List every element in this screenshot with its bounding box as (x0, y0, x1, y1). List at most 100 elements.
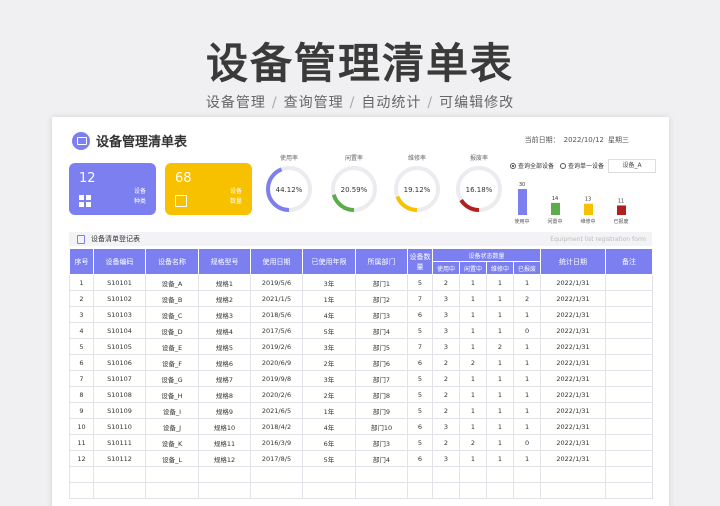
table-cell[interactable] (605, 466, 654, 483)
table-cell[interactable] (605, 290, 654, 307)
table-cell[interactable]: 4年 (302, 418, 356, 435)
table-cell[interactable]: 2021/1/5 (250, 290, 303, 307)
table-cell[interactable]: 部门2 (355, 290, 408, 307)
table-cell[interactable]: 部门4 (355, 450, 408, 467)
table-cell[interactable]: 1 (486, 450, 514, 467)
table-cell[interactable]: 6 (407, 354, 433, 371)
table-cell[interactable]: S10111 (93, 434, 146, 451)
table-cell[interactable]: 4 (69, 322, 94, 339)
table-cell[interactable] (69, 482, 94, 499)
table-cell[interactable]: 2022/1/31 (540, 338, 607, 355)
table-cell[interactable]: 1 (486, 322, 514, 339)
table-cell[interactable] (355, 482, 408, 499)
query-all-radio[interactable]: 查询全部设备 (510, 161, 554, 170)
table-cell[interactable] (407, 482, 433, 499)
table-cell[interactable]: 2020/2/6 (250, 386, 303, 403)
table-cell[interactable]: 规格9 (198, 402, 251, 419)
table-cell[interactable]: 规格1 (198, 274, 251, 291)
table-cell[interactable]: S10101 (93, 274, 146, 291)
table-cell[interactable]: 2022/1/31 (540, 354, 607, 371)
table-cell[interactable]: 部门8 (355, 386, 408, 403)
table-cell[interactable]: 2 (432, 354, 460, 371)
table-cell[interactable]: 1 (512, 418, 542, 435)
table-cell[interactable] (486, 482, 514, 499)
table-cell[interactable]: 2020/6/9 (250, 354, 303, 371)
table-cell[interactable]: 1 (459, 290, 487, 307)
table-cell[interactable]: 6年 (302, 434, 356, 451)
table-cell[interactable]: 3 (432, 338, 460, 355)
table-cell[interactable]: 3 (432, 450, 460, 467)
table-cell[interactable]: 1 (486, 290, 514, 307)
table-cell[interactable]: 5 (407, 370, 433, 387)
table-cell[interactable] (605, 482, 654, 499)
table-cell[interactable]: 7 (407, 290, 433, 307)
table-cell[interactable]: 5 (407, 322, 433, 339)
table-cell[interactable]: 部门1 (355, 274, 408, 291)
table-cell[interactable]: 12 (69, 450, 94, 467)
table-cell[interactable]: 0 (512, 434, 542, 451)
table-cell[interactable]: 5年 (302, 322, 356, 339)
table-cell[interactable] (145, 482, 199, 499)
table-cell[interactable]: 设备_A (145, 274, 199, 291)
table-cell[interactable] (605, 402, 654, 419)
table-cell[interactable]: 1年 (302, 402, 356, 419)
table-cell[interactable] (512, 482, 542, 499)
table-cell[interactable]: 1 (486, 402, 514, 419)
table-cell[interactable] (605, 370, 654, 387)
table-cell[interactable]: 设备_K (145, 434, 199, 451)
table-cell[interactable]: S10103 (93, 306, 146, 323)
table-cell[interactable]: 设备_B (145, 290, 199, 307)
table-cell[interactable] (407, 466, 433, 483)
table-cell[interactable]: 2022/1/31 (540, 290, 607, 307)
table-cell[interactable] (605, 354, 654, 371)
table-cell[interactable]: S10102 (93, 290, 146, 307)
table-cell[interactable]: 1 (459, 450, 487, 467)
table-cell[interactable]: 6 (69, 354, 94, 371)
table-cell[interactable]: 11 (69, 434, 94, 451)
table-cell[interactable]: 部门3 (355, 306, 408, 323)
table-cell[interactable]: 设备_H (145, 386, 199, 403)
table-cell[interactable]: 2018/5/6 (250, 306, 303, 323)
table-cell[interactable] (512, 466, 542, 483)
table-cell[interactable]: 10 (69, 418, 94, 435)
table-cell[interactable]: 规格10 (198, 418, 251, 435)
table-cell[interactable]: 5 (407, 386, 433, 403)
table-cell[interactable]: 2年 (302, 386, 356, 403)
table-cell[interactable]: 1 (459, 274, 487, 291)
query-single-radio[interactable]: 查询单一设备 (560, 161, 604, 170)
table-cell[interactable]: 2019/9/8 (250, 370, 303, 387)
table-cell[interactable]: 2年 (302, 354, 356, 371)
table-cell[interactable]: 1 (486, 306, 514, 323)
table-cell[interactable]: 1 (512, 370, 542, 387)
table-cell[interactable]: 2022/1/31 (540, 370, 607, 387)
table-cell[interactable]: 2 (486, 338, 514, 355)
table-cell[interactable]: 4年 (302, 306, 356, 323)
table-cell[interactable]: 0 (512, 322, 542, 339)
table-cell[interactable]: 1 (459, 306, 487, 323)
table-cell[interactable]: 规格4 (198, 322, 251, 339)
table-cell[interactable]: S10108 (93, 386, 146, 403)
table-cell[interactable] (198, 466, 251, 483)
table-cell[interactable]: 2 (432, 370, 460, 387)
table-cell[interactable]: 部门3 (355, 434, 408, 451)
table-cell[interactable]: 3 (432, 418, 460, 435)
table-cell[interactable]: 规格6 (198, 354, 251, 371)
table-cell[interactable]: 1 (512, 338, 542, 355)
table-cell[interactable]: 1 (459, 370, 487, 387)
table-cell[interactable]: 1 (486, 354, 514, 371)
table-cell[interactable]: 2021/6/5 (250, 402, 303, 419)
table-cell[interactable]: 3年 (302, 370, 356, 387)
table-cell[interactable]: 1 (486, 434, 514, 451)
table-cell[interactable]: 2017/8/5 (250, 450, 303, 467)
table-cell[interactable]: 1 (459, 386, 487, 403)
table-cell[interactable]: 设备_D (145, 322, 199, 339)
table-cell[interactable] (145, 466, 199, 483)
table-cell[interactable]: 规格12 (198, 450, 251, 467)
table-cell[interactable]: 部门9 (355, 402, 408, 419)
table-cell[interactable]: 9 (69, 402, 94, 419)
table-cell[interactable]: 2017/5/6 (250, 322, 303, 339)
table-cell[interactable]: 部门4 (355, 322, 408, 339)
table-cell[interactable]: 设备_E (145, 338, 199, 355)
table-cell[interactable]: 3 (69, 306, 94, 323)
table-cell[interactable]: 1 (486, 418, 514, 435)
